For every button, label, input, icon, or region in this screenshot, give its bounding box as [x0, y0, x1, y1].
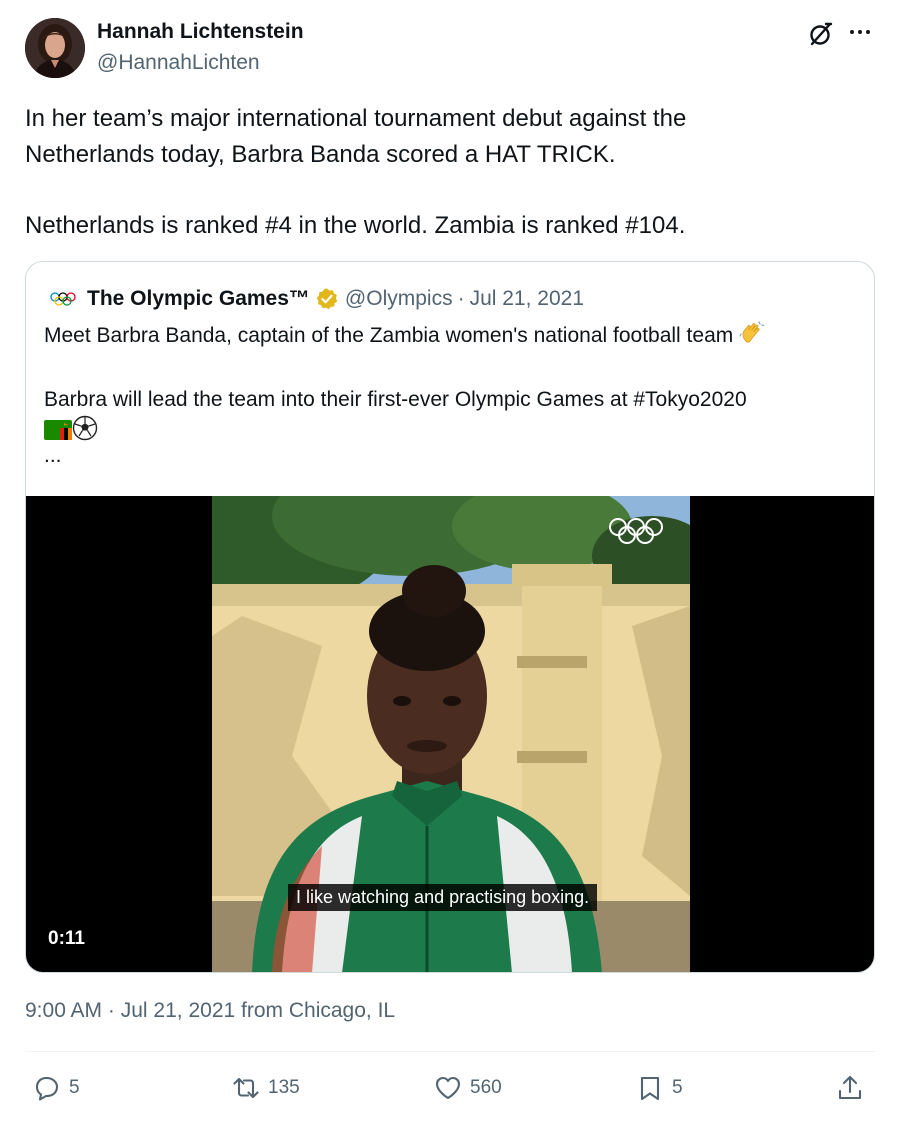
waving-hand-emoji-icon	[739, 320, 765, 355]
meta-separator: ·	[457, 287, 465, 310]
video-player[interactable]: I like watching and practising boxing. 0…	[26, 496, 874, 972]
heart-icon	[435, 1076, 461, 1100]
repost-button[interactable]: 135	[232, 1066, 300, 1110]
grok-icon[interactable]	[806, 20, 834, 48]
quoted-meta: @Olympics · Jul 21, 2021	[345, 287, 584, 311]
quoted-author-name[interactable]: The Olympic Games™	[87, 287, 310, 311]
author-handle[interactable]: @HannahLichten	[97, 51, 260, 75]
repost-icon	[233, 1077, 259, 1099]
action-bar: 5 135 560 5	[0, 1066, 900, 1110]
quoted-line: Barbra will lead the team into their fir…	[44, 388, 747, 411]
author-name[interactable]: Hannah Lichtenstein	[97, 20, 304, 44]
quoted-tweet-header: The Olympic Games™ @Olympics · Jul 21, 202…	[49, 284, 584, 314]
bookmark-button[interactable]: 5	[636, 1066, 683, 1110]
author-avatar[interactable]	[25, 18, 85, 78]
quoted-line: Meet Barbra Banda, captain of the Zambia…	[44, 324, 734, 347]
bookmark-count: 5	[672, 1077, 683, 1098]
soccer-ball-emoji-icon	[72, 415, 98, 450]
reply-icon	[35, 1076, 59, 1101]
olympic-rings-icon	[609, 518, 663, 544]
quoted-ellipsis: ...	[44, 444, 62, 467]
reply-button[interactable]: 5	[33, 1066, 80, 1110]
like-button[interactable]: 560	[434, 1066, 502, 1110]
video-frame: I like watching and practising boxing.	[212, 496, 690, 972]
tweet-location: from Chicago, IL	[241, 999, 396, 1022]
share-button[interactable]	[836, 1066, 872, 1110]
repost-count: 135	[268, 1077, 300, 1098]
tweet-text: In her team’s major international tourna…	[25, 101, 875, 244]
timestamp-separator: ·	[107, 999, 115, 1022]
olympic-rings-avatar[interactable]	[49, 289, 77, 309]
quoted-date[interactable]: Jul 21, 2021	[470, 287, 584, 310]
quoted-tweet-card[interactable]: The Olympic Games™ @Olympics · Jul 21, 202…	[25, 261, 875, 973]
tweet-time[interactable]: 9:00 AM	[25, 999, 102, 1022]
video-subtitle: I like watching and practising boxing.	[288, 884, 598, 911]
tweet-line: In her team’s major international tourna…	[25, 105, 687, 132]
quoted-author-handle[interactable]: @Olympics	[345, 287, 453, 310]
more-icon[interactable]	[848, 18, 872, 53]
bookmark-icon	[640, 1076, 660, 1101]
like-count: 560	[470, 1077, 502, 1098]
tweet-line: Netherlands is ranked #4 in the world. Z…	[25, 212, 686, 239]
divider	[25, 1051, 875, 1052]
video-duration: 0:11	[48, 928, 85, 949]
tweet-timestamp: 9:00 AM · Jul 21, 2021 from Chicago, IL	[25, 999, 395, 1023]
verified-badge-icon	[315, 287, 339, 311]
quoted-tweet-text: Meet Barbra Banda, captain of the Zambia…	[44, 320, 859, 450]
reply-count: 5	[69, 1077, 80, 1098]
tweet-date[interactable]: Jul 21, 2021	[121, 999, 235, 1022]
share-icon	[838, 1075, 862, 1100]
tweet-line: Netherlands today, Barbra Banda scored a…	[25, 141, 616, 168]
